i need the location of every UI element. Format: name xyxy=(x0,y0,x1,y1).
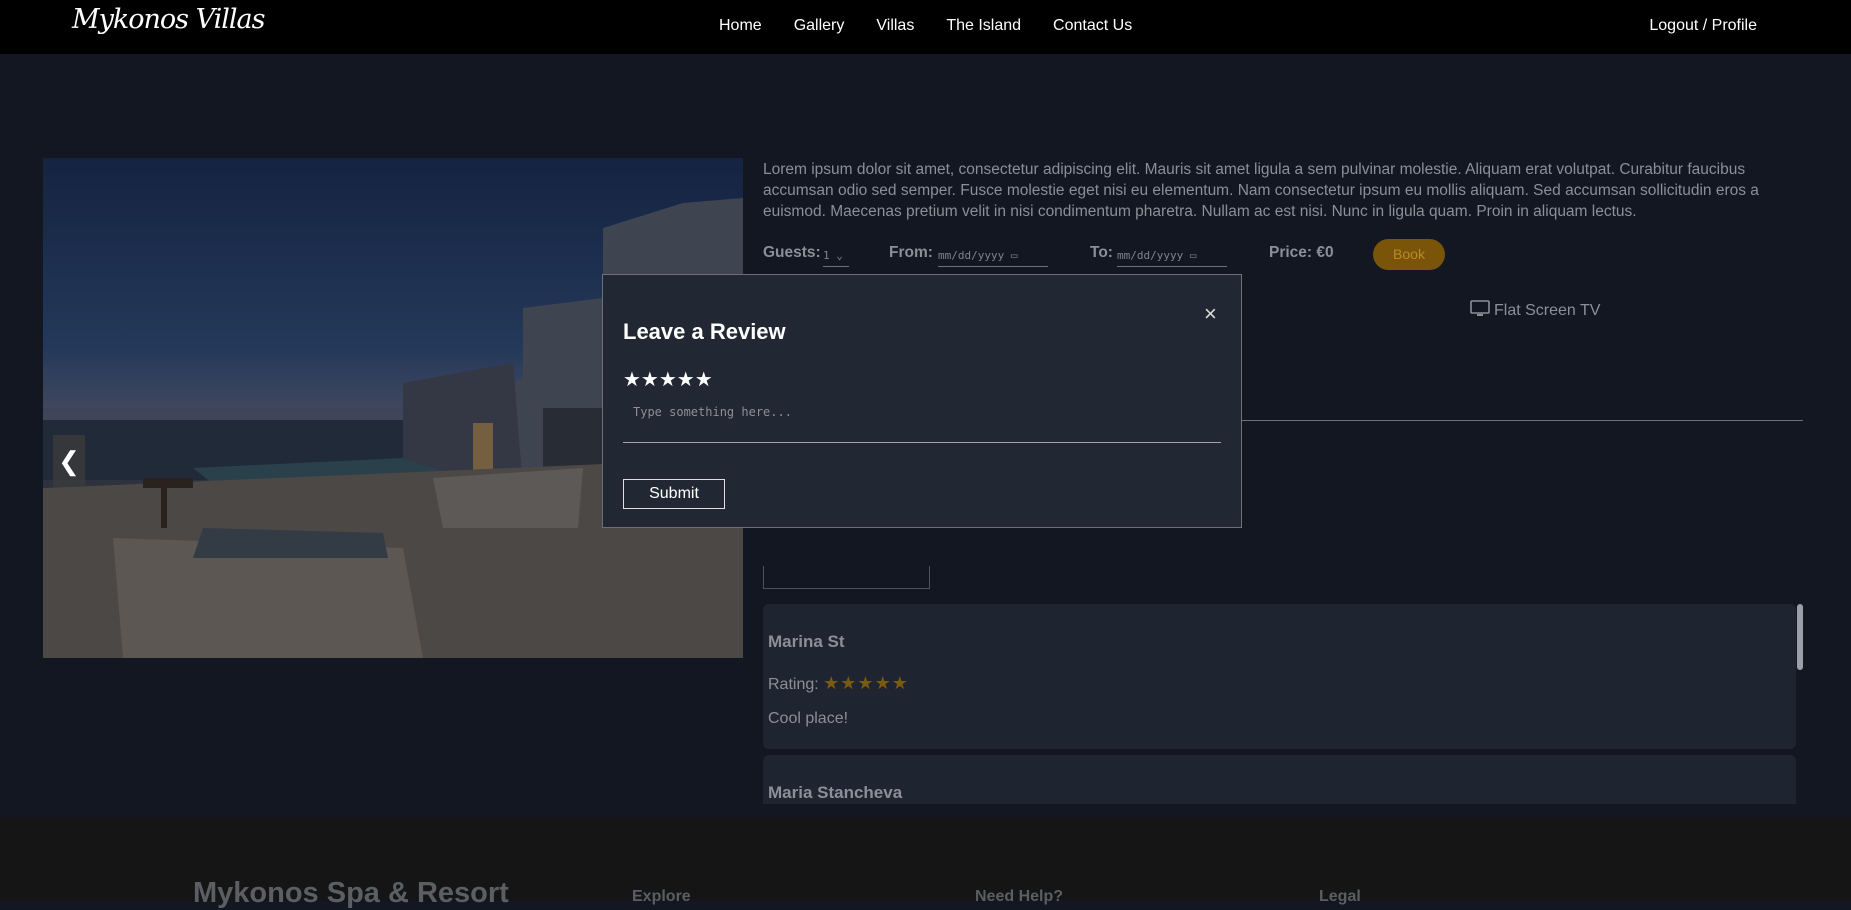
main-nav: Home Gallery Villas The Island Contact U… xyxy=(719,17,1164,35)
nav-home-link[interactable]: Home xyxy=(719,17,762,35)
reviewer-name: Marina St xyxy=(768,632,845,651)
review-card: Marina St Rating: ★★★★★ Cool place! xyxy=(763,604,1796,749)
to-label: To: xyxy=(1090,244,1113,261)
footer-help-heading: Need Help? xyxy=(975,888,1064,905)
reviews-list[interactable]: Marina St Rating: ★★★★★ Cool place! Mari… xyxy=(763,604,1803,804)
amenity-flat-screen-tv: Flat Screen TV xyxy=(1470,300,1600,320)
review-modal: Leave a Review × ★★★★★ Submit xyxy=(602,274,1242,528)
footer-brand: Mykonos Spa & Resort xyxy=(193,877,509,909)
nav-gallery-link[interactable]: Gallery xyxy=(794,17,845,35)
tv-icon xyxy=(1470,300,1490,316)
villa-description: Lorem ipsum dolor sit amet, consectetur … xyxy=(763,161,1759,220)
nav-contact-link[interactable]: Contact Us xyxy=(1053,17,1132,35)
from-label: From: xyxy=(889,244,933,261)
review-textarea[interactable] xyxy=(623,401,1221,443)
rating-stars-input[interactable]: ★★★★★ xyxy=(623,367,713,392)
reviewer-name: Maria Stancheva xyxy=(768,783,903,802)
site-logo[interactable]: Mykonos Villas xyxy=(72,4,265,35)
review-text: Cool place! xyxy=(768,710,849,727)
review-rating: Rating: ★★★★★ xyxy=(768,673,909,694)
from-date-input[interactable]: mm/dd/yyyy ▭ xyxy=(938,248,1048,267)
review-card: Maria Stancheva xyxy=(763,755,1796,804)
close-icon[interactable]: × xyxy=(1204,303,1217,325)
to-date-placeholder: mm/dd/yyyy xyxy=(1117,249,1184,262)
price-label: Price: €0 xyxy=(1269,244,1334,261)
guests-label: Guests: xyxy=(763,244,821,261)
nav-villas-link[interactable]: Villas xyxy=(876,17,914,35)
nav-island-link[interactable]: The Island xyxy=(946,17,1021,35)
reviews-scrollbar[interactable] xyxy=(1797,604,1803,670)
booking-bar: Guests: 1 ⌄ From: mm/dd/yyyy ▭ To: mm/dd… xyxy=(763,238,1763,272)
rating-label: Rating: xyxy=(768,676,819,693)
footer-explore-heading: Explore xyxy=(632,888,691,905)
guests-select[interactable]: 1 ⌄ xyxy=(823,248,849,267)
submit-button[interactable]: Submit xyxy=(623,479,725,509)
guests-value: 1 xyxy=(823,249,830,262)
top-navbar: Mykonos Villas Home Gallery Villas The I… xyxy=(0,0,1851,54)
amenity-tv-label: Flat Screen TV xyxy=(1494,302,1601,319)
carousel-prev-button[interactable]: ❮ xyxy=(53,435,85,487)
book-button[interactable]: Book xyxy=(1373,239,1445,270)
footer-legal-heading: Legal xyxy=(1319,888,1361,905)
from-date-placeholder: mm/dd/yyyy xyxy=(938,249,1005,262)
logout-profile-link[interactable]: Logout / Profile xyxy=(1649,17,1757,35)
to-date-input[interactable]: mm/dd/yyyy ▭ xyxy=(1117,248,1227,267)
leave-review-button-edge[interactable] xyxy=(763,566,930,589)
footer: Mykonos Spa & Resort Explore Need Help? … xyxy=(0,817,1851,909)
modal-title: Leave a Review xyxy=(623,319,786,344)
star-rating-icons: ★★★★★ xyxy=(823,673,909,693)
